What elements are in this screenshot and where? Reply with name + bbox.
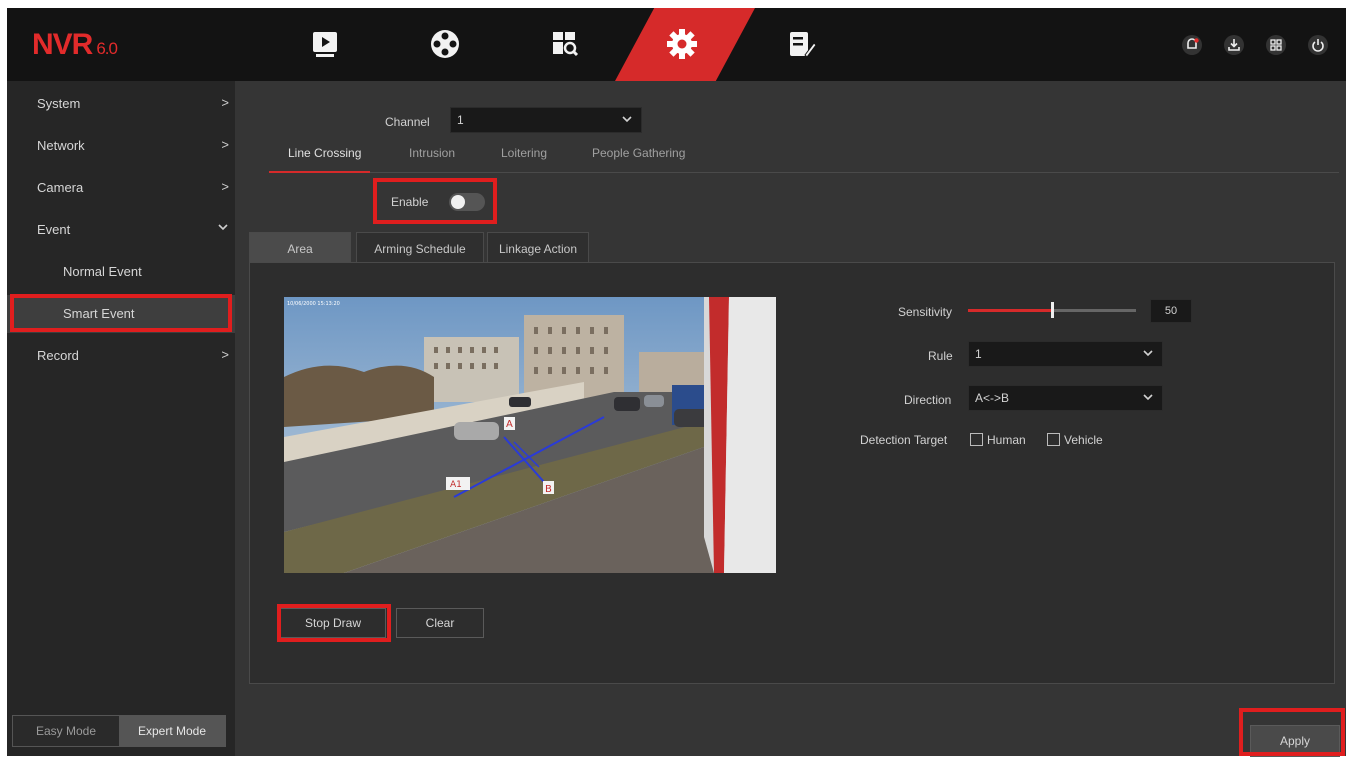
- rule-select[interactable]: 1: [968, 341, 1163, 367]
- direction-value: A<->B: [975, 391, 1010, 405]
- chevron-right-icon: >: [221, 179, 229, 194]
- tab-divider: [269, 172, 1339, 173]
- preview-timestamp: 10/06/2000 15:13:20: [287, 301, 340, 307]
- sidebar-item-event[interactable]: Event: [7, 211, 235, 249]
- sidebar-item-label: Smart Event: [63, 306, 135, 321]
- nvr-app: NVR 6.0 System > Network > Camera > Even…: [7, 8, 1346, 757]
- download-icon[interactable]: [1223, 34, 1245, 56]
- logo: NVR 6.0: [32, 28, 118, 61]
- sensitivity-slider-handle[interactable]: [1051, 302, 1054, 318]
- channel-value: 1: [457, 113, 464, 127]
- line-label-a1: A1: [450, 480, 462, 490]
- mode-switch: Easy Mode Expert Mode: [12, 715, 226, 747]
- line-label-a: A: [506, 419, 513, 430]
- human-label: Human: [987, 433, 1026, 447]
- main-content: Channel 1 Line Crossing Intrusion Loiter…: [235, 81, 1346, 757]
- rule-value: 1: [975, 347, 982, 361]
- search-icon[interactable]: [545, 24, 585, 64]
- power-icon[interactable]: [1307, 34, 1329, 56]
- sensitivity-value[interactable]: 50: [1150, 299, 1192, 323]
- sidebar-item-system[interactable]: System >: [7, 85, 235, 123]
- playback-icon[interactable]: [305, 24, 345, 64]
- sidebar-item-label: Network: [37, 138, 85, 153]
- sidebar-item-label: Camera: [37, 180, 84, 195]
- camera-preview[interactable]: 10/06/2000 15:13:20 A B A1: [284, 297, 776, 573]
- stop-draw-button[interactable]: Stop Draw: [280, 608, 386, 638]
- sidebar-item-label: Record: [37, 348, 79, 363]
- clear-button[interactable]: Clear: [396, 608, 484, 638]
- chevron-right-icon: >: [221, 137, 229, 152]
- enable-toggle[interactable]: [449, 193, 485, 211]
- detection-target-label: Detection Target: [860, 433, 948, 447]
- sidebar-item-smart-event[interactable]: Smart Event: [7, 295, 235, 333]
- chevron-down-icon: [621, 111, 633, 130]
- easy-mode-button[interactable]: Easy Mode: [13, 716, 119, 746]
- sidebar-item-record[interactable]: Record >: [7, 337, 235, 375]
- line-label-b: B: [545, 484, 552, 495]
- direction-label: Direction: [904, 393, 952, 407]
- maintenance-icon[interactable]: [782, 24, 822, 64]
- channel-reel-icon[interactable]: [425, 24, 465, 64]
- tab-intrusion[interactable]: Intrusion: [409, 146, 455, 160]
- tab-line-crossing[interactable]: Line Crossing: [288, 146, 361, 160]
- sidebar-item-label: Event: [37, 222, 71, 237]
- chevron-down-icon: [217, 221, 229, 236]
- layout-icon[interactable]: [1265, 34, 1287, 56]
- channel-label: Channel: [385, 115, 430, 129]
- apply-button[interactable]: Apply: [1250, 725, 1340, 757]
- subtab-area[interactable]: Area: [249, 232, 351, 266]
- sidebar-item-normal-event[interactable]: Normal Event: [7, 253, 235, 291]
- sidebar-item-label: Normal Event: [63, 264, 142, 279]
- chevron-right-icon: >: [221, 347, 229, 362]
- chevron-down-icon: [1142, 345, 1154, 364]
- area-panel: 10/06/2000 15:13:20 A B A1 Stop Draw Cle…: [249, 262, 1335, 684]
- toggle-knob: [451, 195, 465, 209]
- vehicle-checkbox[interactable]: [1047, 433, 1060, 446]
- chevron-right-icon: >: [221, 95, 229, 110]
- sidebar-item-camera[interactable]: Camera >: [7, 169, 235, 207]
- vehicle-label: Vehicle: [1064, 433, 1103, 447]
- direction-select[interactable]: A<->B: [968, 385, 1163, 411]
- chevron-down-icon: [1142, 389, 1154, 408]
- sidebar-item-network[interactable]: Network >: [7, 127, 235, 165]
- alarm-icon[interactable]: [1181, 34, 1203, 56]
- active-tab-underline: [269, 171, 370, 173]
- rule-label: Rule: [928, 349, 953, 363]
- sensitivity-label: Sensitivity: [898, 305, 953, 319]
- top-header: NVR 6.0: [7, 8, 1346, 81]
- sidebar: System > Network > Camera > Event Normal…: [7, 81, 235, 756]
- tab-people-gathering[interactable]: People Gathering: [592, 146, 685, 160]
- human-checkbox[interactable]: [970, 433, 983, 446]
- subtab-arming-schedule[interactable]: Arming Schedule: [356, 232, 484, 266]
- channel-select[interactable]: 1: [450, 107, 642, 133]
- expert-mode-button[interactable]: Expert Mode: [119, 716, 225, 746]
- subtab-linkage-action[interactable]: Linkage Action: [487, 232, 589, 266]
- sidebar-item-label: System: [37, 96, 81, 111]
- tab-loitering[interactable]: Loitering: [501, 146, 547, 160]
- settings-gear-icon[interactable]: [662, 24, 702, 64]
- sensitivity-slider-fill: [968, 309, 1052, 312]
- enable-label: Enable: [391, 195, 429, 209]
